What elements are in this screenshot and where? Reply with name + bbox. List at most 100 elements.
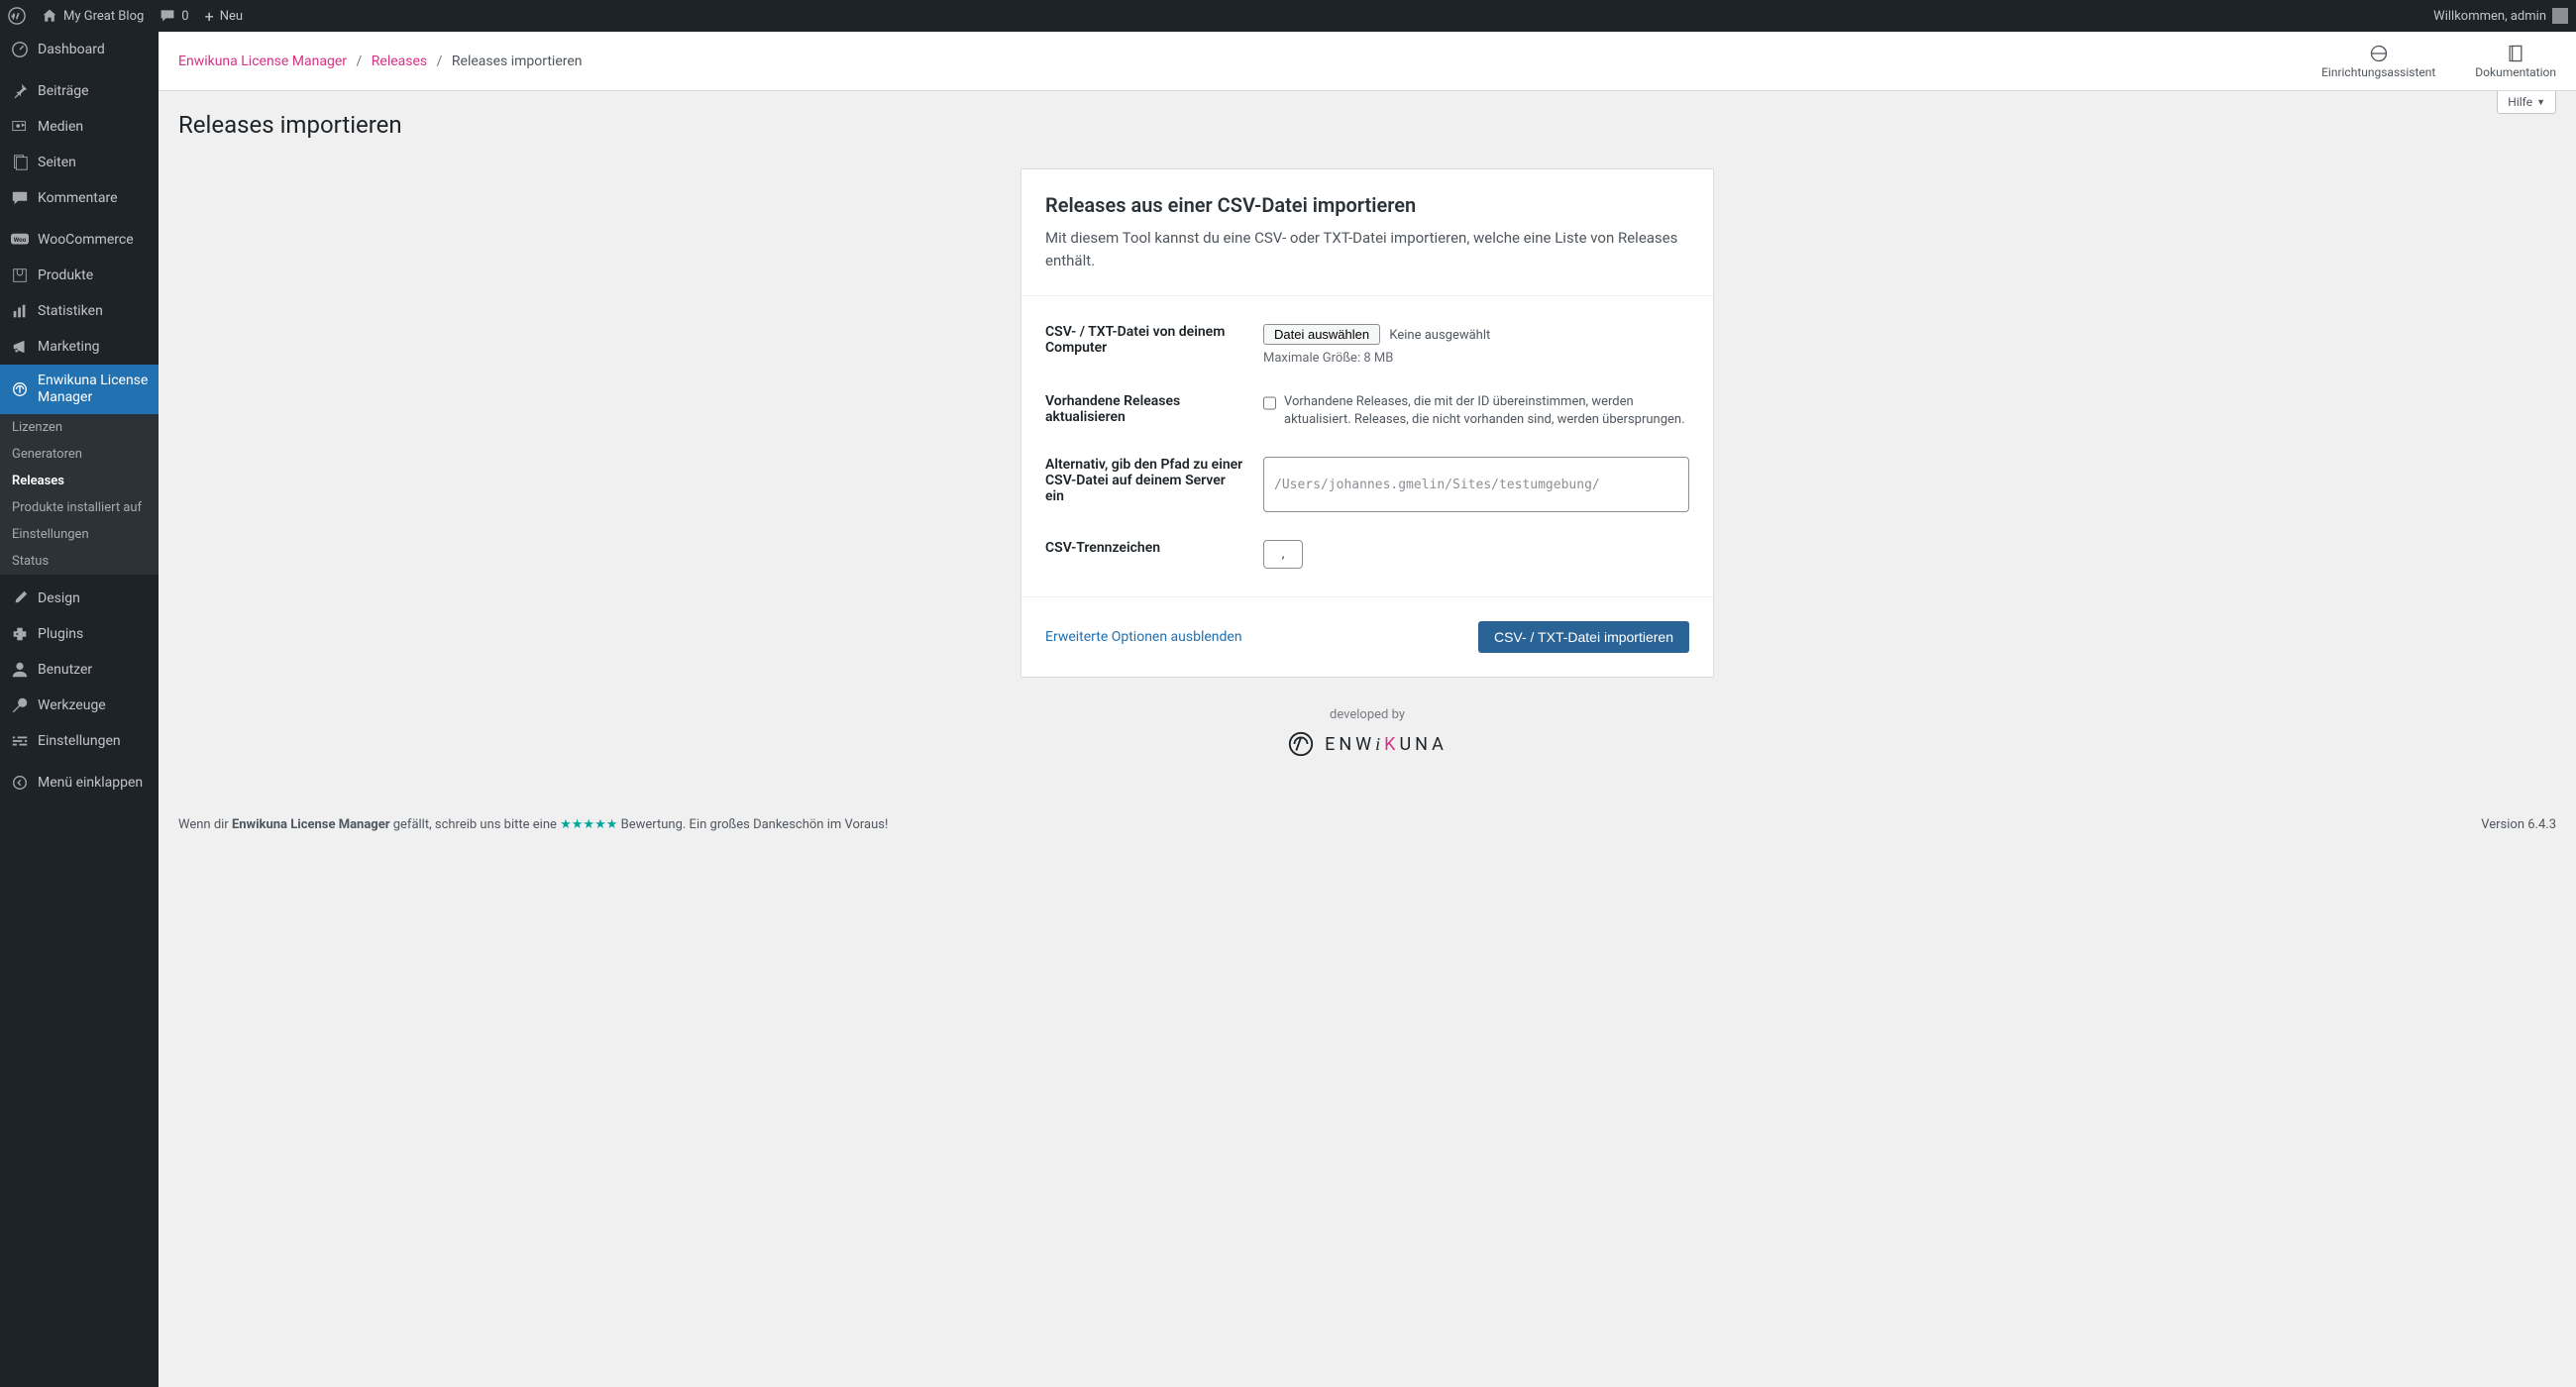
update-existing-label: Vorhandene Releases aktualisieren — [1045, 393, 1243, 425]
site-name-link[interactable]: My Great Blog — [42, 8, 144, 24]
chevron-down-icon: ▼ — [2536, 97, 2545, 108]
comments-count: 0 — [181, 9, 188, 24]
rating-link[interactable]: ★★★★★ — [560, 817, 617, 832]
choose-file-button[interactable]: Datei auswählen — [1263, 324, 1380, 345]
menu-media[interactable]: Medien — [0, 109, 159, 145]
submenu-licenses[interactable]: Lizenzen — [0, 414, 159, 441]
user-icon — [10, 660, 30, 680]
server-path-input[interactable] — [1263, 457, 1689, 512]
menu-label: WooCommerce — [38, 232, 134, 248]
menu-enwikuna[interactable]: Enwikuna License Manager — [0, 365, 159, 414]
tools-icon — [10, 695, 30, 715]
welcome-text: Willkommen, admin — [2433, 9, 2546, 24]
menu-stats[interactable]: Statistiken — [0, 293, 159, 329]
brush-icon — [10, 588, 30, 608]
crumb-root[interactable]: Enwikuna License Manager — [178, 53, 347, 69]
menu-label: Werkzeuge — [38, 697, 106, 713]
menu-label: Medien — [38, 119, 83, 135]
menu-tools[interactable]: Werkzeuge — [0, 688, 159, 723]
delimiter-label: CSV-Trennzeichen — [1045, 540, 1243, 556]
menu-pages[interactable]: Seiten — [0, 145, 159, 180]
version-text: Version 6.4.3 — [2481, 817, 2556, 832]
card-title: Releases aus einer CSV-Datei importieren — [1045, 193, 1689, 217]
file-label: CSV- / TXT-Datei von deinem Computer — [1045, 324, 1243, 356]
delimiter-input[interactable] — [1263, 540, 1303, 569]
menu-plugins[interactable]: Plugins — [0, 616, 159, 652]
import-button[interactable]: CSV- / TXT-Datei importieren — [1478, 621, 1689, 653]
setup-wizard-link[interactable]: Einrichtungsassistent — [2321, 44, 2435, 79]
product-icon — [10, 266, 30, 285]
page-icon — [10, 153, 30, 172]
admin-sidebar: Dashboard Beiträge Medien Seiten Komment… — [0, 32, 159, 1387]
import-card: Releases aus einer CSV-Datei importieren… — [1020, 168, 1714, 678]
new-label: Neu — [220, 9, 243, 24]
menu-label: Enwikuna License Manager — [38, 373, 149, 406]
card-description: Mit diesem Tool kannst du eine CSV- oder… — [1045, 227, 1689, 271]
submenu: Lizenzen Generatoren Releases Produkte i… — [0, 414, 159, 575]
woo-icon: Woo — [10, 230, 30, 250]
menu-label: Design — [38, 590, 80, 606]
menu-label: Produkte — [38, 267, 93, 283]
content-area: Enwikuna License Manager / Releases / Re… — [159, 32, 2576, 1387]
enwikuna-logo: ENWiKUNA — [178, 730, 2556, 758]
settings-icon — [10, 731, 30, 751]
file-status: Keine ausgewählt — [1389, 328, 1490, 343]
marketing-icon — [10, 337, 30, 357]
admin-bar: My Great Blog 0 + Neu Willkommen, admin — [0, 0, 2576, 32]
site-name: My Great Blog — [63, 9, 144, 24]
menu-users[interactable]: Benutzer — [0, 652, 159, 688]
wp-logo[interactable] — [8, 7, 26, 25]
menu-posts[interactable]: Beiträge — [0, 73, 159, 109]
menu-collapse[interactable]: Menü einklappen — [0, 765, 159, 800]
menu-label: Statistiken — [38, 303, 103, 319]
menu-label: Plugins — [38, 626, 83, 642]
menu-settings[interactable]: Einstellungen — [0, 723, 159, 759]
update-existing-desc: Vorhandene Releases, die mit der ID über… — [1284, 393, 1689, 429]
collapse-icon — [10, 773, 30, 793]
elm-icon — [10, 379, 30, 399]
menu-label: Beiträge — [38, 83, 89, 99]
help-tab[interactable]: Hilfe ▼ — [2497, 91, 2556, 114]
footer: Wenn dir Enwikuna License Manager gefäll… — [159, 807, 2576, 852]
wizard-icon — [2369, 44, 2389, 63]
submenu-generators[interactable]: Generatoren — [0, 441, 159, 468]
menu-marketing[interactable]: Marketing — [0, 329, 159, 365]
dashboard-icon — [10, 40, 30, 59]
crumb-current: Releases importieren — [452, 53, 583, 69]
plugin-icon — [10, 624, 30, 644]
breadcrumb: Enwikuna License Manager / Releases / Re… — [178, 53, 583, 69]
credit: developed by ENWiKUNA — [178, 707, 2556, 758]
pin-icon — [10, 81, 30, 101]
comment-icon — [10, 188, 30, 208]
menu-woocommerce[interactable]: Woo WooCommerce — [0, 222, 159, 258]
comments-link[interactable]: 0 — [160, 8, 188, 24]
menu-label: Marketing — [38, 339, 100, 355]
menu-label: Menü einklappen — [38, 775, 143, 791]
submenu-settings[interactable]: Einstellungen — [0, 521, 159, 548]
media-icon — [10, 117, 30, 137]
submenu-products-installed[interactable]: Produkte installiert auf — [0, 494, 159, 521]
menu-label: Dashboard — [38, 42, 105, 57]
avatar — [2552, 8, 2568, 24]
server-path-label: Alternativ, gib den Pfad zu einer CSV-Da… — [1045, 457, 1243, 504]
documentation-link[interactable]: Dokumentation — [2475, 44, 2556, 79]
page-title: Releases importieren — [178, 111, 2556, 139]
welcome-user[interactable]: Willkommen, admin — [2433, 8, 2568, 24]
new-content-link[interactable]: + Neu — [205, 7, 243, 26]
menu-products[interactable]: Produkte — [0, 258, 159, 293]
submenu-status[interactable]: Status — [0, 548, 159, 575]
menu-dashboard[interactable]: Dashboard — [0, 32, 159, 67]
menu-label: Benutzer — [38, 662, 92, 678]
menu-label: Seiten — [38, 155, 76, 170]
stats-icon — [10, 301, 30, 321]
menu-comments[interactable]: Kommentare — [0, 180, 159, 216]
toggle-advanced-link[interactable]: Erweiterte Optionen ausblenden — [1045, 629, 1242, 645]
menu-design[interactable]: Design — [0, 581, 159, 616]
crumb-releases[interactable]: Releases — [372, 53, 427, 69]
topbar: Enwikuna License Manager / Releases / Re… — [159, 32, 2576, 91]
menu-label: Einstellungen — [38, 733, 121, 749]
menu-label: Kommentare — [38, 190, 118, 206]
file-help: Maximale Größe: 8 MB — [1263, 351, 1689, 366]
submenu-releases[interactable]: Releases — [0, 468, 159, 494]
update-existing-checkbox[interactable] — [1263, 395, 1276, 411]
